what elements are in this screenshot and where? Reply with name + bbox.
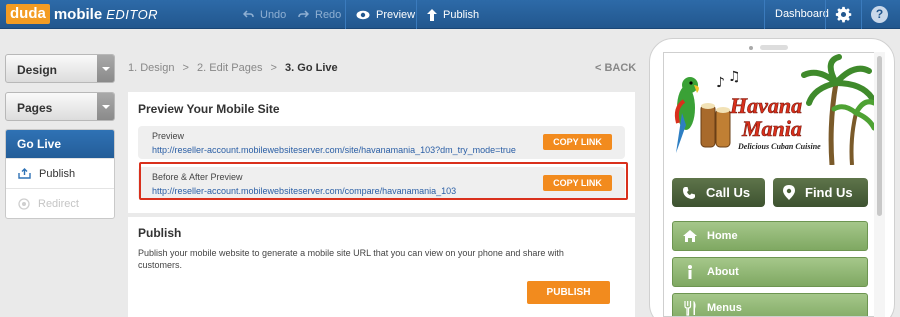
- redo-button[interactable]: Redo: [298, 0, 341, 29]
- breadcrumb-step-go-live: 3. Go Live: [285, 62, 338, 74]
- design-dropdown[interactable]: Design: [5, 54, 115, 83]
- dashboard-link[interactable]: Dashboard: [775, 0, 829, 29]
- toolbar-divider: [861, 0, 862, 29]
- breadcrumb-separator: >: [270, 62, 277, 74]
- chevron-down-icon: [97, 55, 114, 82]
- call-us-label: Call Us: [706, 185, 751, 200]
- mobile-nav-label: About: [707, 266, 739, 278]
- go-live-header[interactable]: Go Live: [6, 130, 114, 158]
- find-us-button[interactable]: Find Us: [773, 178, 868, 207]
- sidebar-item-label: Publish: [39, 167, 76, 180]
- logo-duda: duda: [6, 4, 50, 24]
- fork-knife-icon: [684, 301, 696, 316]
- chevron-down-icon: [97, 93, 114, 120]
- mobile-nav-label: Home: [707, 230, 738, 242]
- logo-text-mania: Mania: [741, 116, 802, 141]
- breadcrumb-step-design[interactable]: 1. Design: [128, 62, 174, 74]
- breadcrumb: 1. Design > 2. Edit Pages > 3. Go Live: [128, 62, 338, 74]
- map-pin-icon: [783, 185, 795, 200]
- pages-label: Pages: [17, 101, 53, 115]
- toolbar-divider: [416, 0, 417, 29]
- preview-scrollbar[interactable]: [874, 52, 885, 317]
- publish-section-title: Publish: [138, 226, 182, 240]
- preview-section-title: Preview Your Mobile Site: [138, 102, 280, 116]
- publish-description: Publish your mobile website to generate …: [138, 248, 564, 270]
- top-toolbar: duda mobile EDITOR Undo Redo Preview Pub…: [0, 0, 900, 29]
- breadcrumb-separator: >: [182, 62, 189, 74]
- home-icon: [683, 230, 697, 242]
- eye-icon: [356, 10, 370, 19]
- sidebar-item-redirect[interactable]: Redirect: [6, 188, 114, 218]
- redo-label: Redo: [315, 8, 342, 21]
- info-icon: [688, 265, 692, 279]
- mobile-nav-label: Menus: [707, 302, 742, 314]
- mobile-nav-about[interactable]: About: [672, 257, 868, 287]
- go-live-content-panel: Preview Your Mobile Site Preview http://…: [128, 92, 635, 317]
- go-live-panel: Go Live Publish Redirect: [5, 129, 115, 219]
- design-label: Design: [17, 63, 58, 77]
- phone-camera: [749, 46, 753, 50]
- publish-top-button[interactable]: Publish: [427, 0, 479, 29]
- toolbar-divider: [345, 0, 346, 29]
- sidebar-item-label: Redirect: [38, 197, 79, 210]
- mobile-site-preview: ♪ ♫ Havana Mania Delicious Cuban Cuisine…: [663, 52, 885, 317]
- logo-editor: EDITOR: [106, 6, 159, 22]
- phone-speaker: [760, 45, 788, 50]
- logo-mobile: mobile: [53, 5, 103, 23]
- redo-icon: [298, 10, 309, 18]
- highlight-box: [139, 162, 628, 200]
- undo-label: Undo: [260, 8, 287, 21]
- publish-button[interactable]: PUBLISH: [527, 281, 610, 304]
- undo-icon: [243, 10, 254, 18]
- mobile-nav-menus[interactable]: Menus: [672, 293, 868, 316]
- preview-label: Preview: [376, 8, 416, 21]
- help-icon[interactable]: ?: [871, 6, 888, 23]
- havana-mania-logo: ♪ ♫ Havana Mania Delicious Cuban Cuisine: [674, 54, 875, 165]
- preview-link-box: Preview http://reseller-account.mobilewe…: [138, 126, 625, 159]
- redirect-icon: [18, 197, 30, 210]
- gear-icon[interactable]: [835, 6, 852, 23]
- publish-top-label: Publish: [443, 8, 480, 21]
- pages-dropdown[interactable]: Pages: [5, 92, 115, 121]
- logo-text-havana: Havana: [729, 93, 802, 118]
- call-us-button[interactable]: Call Us: [672, 178, 765, 207]
- svg-text:♫: ♫: [728, 69, 741, 85]
- logo-tagline: Delicious Cuban Cuisine: [737, 142, 821, 151]
- breadcrumb-step-edit-pages[interactable]: 2. Edit Pages: [197, 62, 262, 74]
- svg-text:♪: ♪: [716, 75, 725, 91]
- mobile-nav-home[interactable]: Home: [672, 221, 868, 251]
- duda-mobile-editor-logo: duda mobile EDITOR: [6, 4, 158, 24]
- phone-icon: [683, 186, 695, 199]
- find-us-label: Find Us: [805, 185, 853, 200]
- tray-upload-icon: [18, 168, 31, 179]
- sidebar-item-publish[interactable]: Publish: [6, 158, 114, 188]
- toolbar-divider: [764, 0, 765, 29]
- back-link[interactable]: < BACK: [595, 62, 636, 74]
- undo-button[interactable]: Undo: [243, 0, 286, 29]
- preview-url-link[interactable]: http://reseller-account.mobilewebsiteser…: [152, 145, 516, 155]
- preview-link-label: Preview: [152, 131, 185, 141]
- preview-button[interactable]: Preview: [356, 0, 415, 29]
- copy-preview-link-button[interactable]: COPY LINK: [543, 134, 612, 150]
- section-divider: [128, 213, 635, 217]
- scrollbar-thumb[interactable]: [877, 56, 882, 216]
- toolbar-divider: [825, 0, 826, 29]
- upload-arrow-icon: [427, 8, 437, 21]
